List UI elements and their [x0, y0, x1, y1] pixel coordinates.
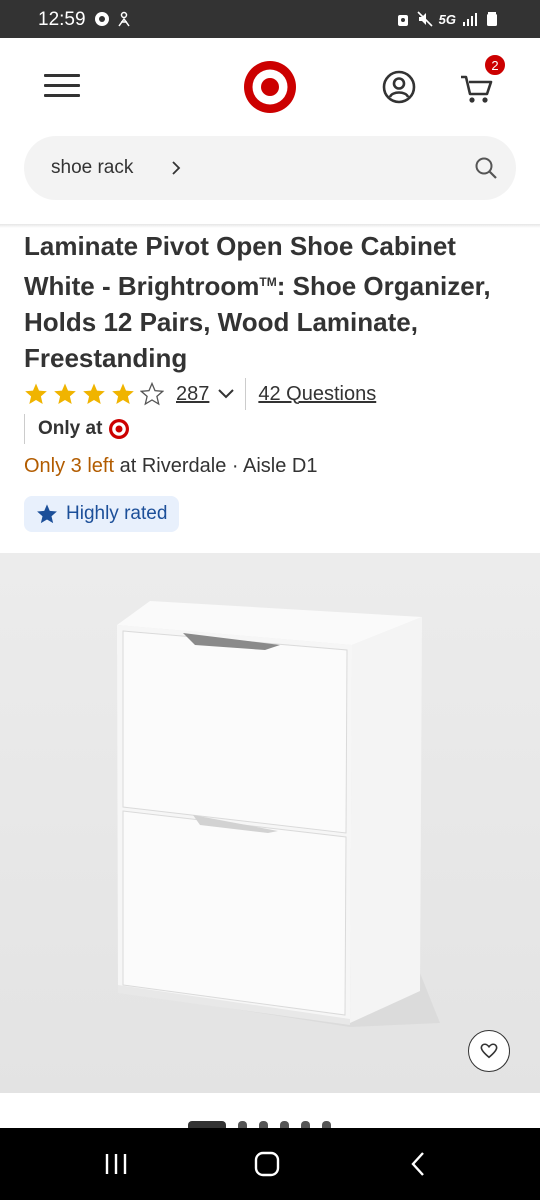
only-at-label: Only at	[24, 414, 130, 444]
status-time: 12:59	[38, 9, 86, 30]
pagination-dot-active[interactable]	[188, 1121, 226, 1128]
pagination-dot[interactable]	[322, 1121, 331, 1128]
account-icon[interactable]	[382, 70, 416, 104]
status-left-icons	[94, 11, 132, 27]
network-label: 5G	[438, 11, 456, 27]
stock-left: Only 3 left	[24, 455, 115, 477]
search-query[interactable]: shoe rack	[51, 157, 133, 179]
star-filled-icon	[54, 383, 76, 404]
accessibility-icon	[118, 11, 130, 27]
star-empty-icon	[140, 382, 164, 406]
search-bar[interactable]: shoe rack	[24, 136, 516, 200]
stock-location: at Riverdale · Aisle D1	[114, 455, 318, 477]
status-bar: 12:59 5G	[0, 0, 540, 38]
pagination-dot[interactable]	[259, 1121, 268, 1128]
stock-info: Only 3 left at Riverdale · Aisle D1	[24, 455, 317, 478]
star-filled-icon	[83, 383, 105, 404]
product-image-gallery[interactable]	[0, 553, 540, 1093]
trademark-mark: TM	[259, 275, 277, 289]
mute-icon	[417, 11, 433, 27]
product-image[interactable]	[0, 553, 540, 1093]
questions-link[interactable]: 42 Questions	[258, 383, 376, 406]
product-title: Laminate Pivot Open Shoe Cabinet White -…	[24, 231, 491, 373]
chevron-down-icon[interactable]	[217, 388, 235, 400]
chevron-right-icon	[172, 161, 181, 175]
back-icon[interactable]	[403, 1148, 435, 1180]
badge-label: Highly rated	[66, 503, 168, 524]
review-count-link[interactable]: 287	[176, 383, 209, 406]
hamburger-menu-icon[interactable]	[44, 74, 80, 100]
star-icon	[37, 504, 57, 524]
site-header	[0, 38, 540, 134]
signal-icon	[463, 13, 477, 26]
pagination-dot[interactable]	[301, 1121, 310, 1128]
rating-stars[interactable]	[24, 382, 164, 406]
alarm-icon	[397, 15, 408, 26]
camera-notification-icon	[95, 12, 109, 26]
divider	[245, 378, 247, 410]
cart-count-badge[interactable]: 2	[484, 54, 506, 76]
target-logo[interactable]	[243, 60, 297, 114]
battery-icon	[487, 12, 497, 26]
highly-rated-badge: Highly rated	[24, 496, 180, 532]
pagination-dot[interactable]	[238, 1121, 247, 1128]
star-filled-icon	[112, 383, 134, 404]
search-icon[interactable]	[474, 156, 498, 180]
recent-apps-icon[interactable]	[100, 1148, 132, 1180]
star-filled-icon	[25, 383, 47, 404]
system-nav-bar	[0, 1128, 540, 1200]
heart-icon	[480, 1043, 498, 1059]
home-icon[interactable]	[251, 1148, 283, 1180]
status-right-icons: 5G	[395, 11, 500, 27]
pagination-dot[interactable]	[280, 1121, 289, 1128]
target-bullseye-icon	[109, 419, 130, 439]
rating-row: 287 42 Questions	[24, 378, 376, 410]
gallery-pagination[interactable]	[188, 1121, 331, 1128]
only-at-text: Only at	[38, 418, 103, 439]
favorite-button[interactable]	[468, 1030, 510, 1072]
